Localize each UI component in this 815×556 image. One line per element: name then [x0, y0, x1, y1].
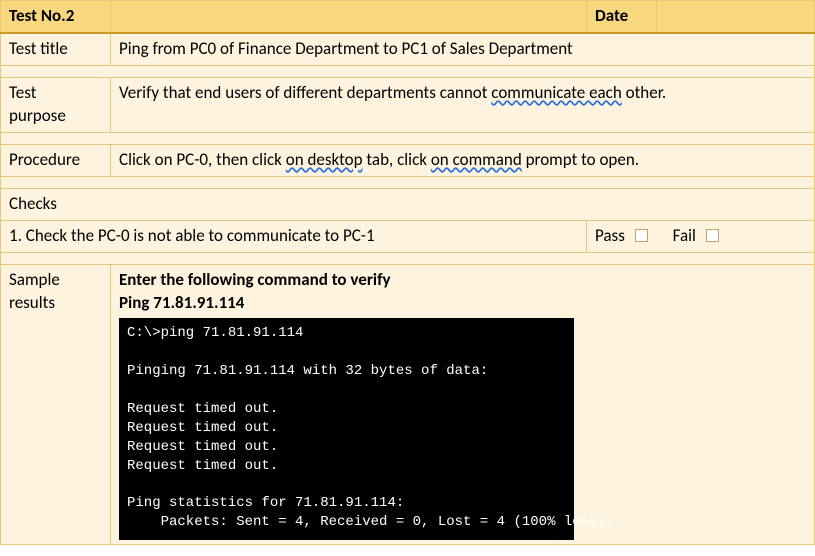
- header-row: Test No.2 Date: [1, 1, 815, 33]
- test-no-value: [111, 1, 587, 33]
- title-row: Test title Ping from PC0 of Finance Depa…: [1, 33, 815, 65]
- title-value: Ping from PC0 of Finance Department to P…: [111, 33, 815, 65]
- purpose-text-squiggle: communicate each: [491, 82, 622, 103]
- fail-checkbox[interactable]: [706, 229, 719, 242]
- purpose-label-line1: Test: [9, 82, 36, 103]
- purpose-text-c: other.: [622, 82, 666, 103]
- fail-label: Fail: [673, 225, 696, 246]
- sample-label: Sample results: [1, 264, 111, 545]
- sample-heading-2: Ping 71.81.91.114: [119, 292, 806, 315]
- term-line: Request timed out.: [127, 439, 278, 455]
- procedure-text-a: Click on PC-0, then click: [119, 149, 286, 170]
- procedure-label: Procedure: [1, 144, 111, 176]
- procedure-text-c: tab, click: [363, 149, 431, 170]
- date-label: Date: [587, 1, 657, 33]
- procedure-text-d: on command: [431, 149, 522, 170]
- term-line: Ping statistics for 71.81.91.114:: [127, 495, 404, 511]
- checks-label: Checks: [1, 188, 815, 220]
- term-line: Request timed out.: [127, 401, 278, 417]
- procedure-text-e: prompt to open.: [522, 149, 639, 170]
- sample-label-line1: Sample: [9, 269, 60, 290]
- pass-label: Pass: [595, 225, 625, 246]
- procedure-text-b: on desktop: [286, 149, 363, 170]
- pass-checkbox[interactable]: [635, 229, 648, 242]
- title-label: Test title: [1, 33, 111, 65]
- date-value: [657, 1, 815, 33]
- sample-label-line2: results: [9, 292, 55, 313]
- separator-row: [1, 65, 815, 77]
- procedure-row: Procedure Click on PC-0, then click on d…: [1, 144, 815, 176]
- separator-row: [1, 252, 815, 264]
- purpose-row: Test purpose Verify that end users of di…: [1, 77, 815, 132]
- check-result-cell: Pass Fail: [587, 220, 815, 252]
- checks-header-row: Checks: [1, 188, 815, 220]
- term-line: Packets: Sent = 4, Received = 0, Lost = …: [127, 514, 614, 530]
- sample-content: Enter the following command to verify Pi…: [111, 264, 815, 545]
- separator-row: [1, 132, 815, 144]
- procedure-value: Click on PC-0, then click on desktop tab…: [111, 144, 815, 176]
- terminal-output: C:\>ping 71.81.91.114 Pinging 71.81.91.1…: [119, 318, 574, 540]
- term-line: Pinging 71.81.91.114 with 32 bytes of da…: [127, 363, 488, 379]
- purpose-value: Verify that end users of different depar…: [111, 77, 815, 132]
- separator-row: [1, 176, 815, 188]
- test-table: Test No.2 Date Test title Ping from PC0 …: [0, 0, 815, 545]
- purpose-label-line2: purpose: [9, 105, 66, 126]
- purpose-text-a: Verify that end users of different depar…: [119, 82, 491, 103]
- check-item-text: 1. Check the PC-0 is not able to communi…: [1, 220, 587, 252]
- term-line: C:\>ping 71.81.91.114: [127, 325, 303, 341]
- sample-results-row: Sample results Enter the following comma…: [1, 264, 815, 545]
- test-no-label: Test No.2: [1, 1, 111, 33]
- term-line: Request timed out.: [127, 458, 278, 474]
- check-item-row: 1. Check the PC-0 is not able to communi…: [1, 220, 815, 252]
- purpose-label: Test purpose: [1, 77, 111, 132]
- term-line: Request timed out.: [127, 420, 278, 436]
- sample-heading-1: Enter the following command to verify: [119, 269, 806, 292]
